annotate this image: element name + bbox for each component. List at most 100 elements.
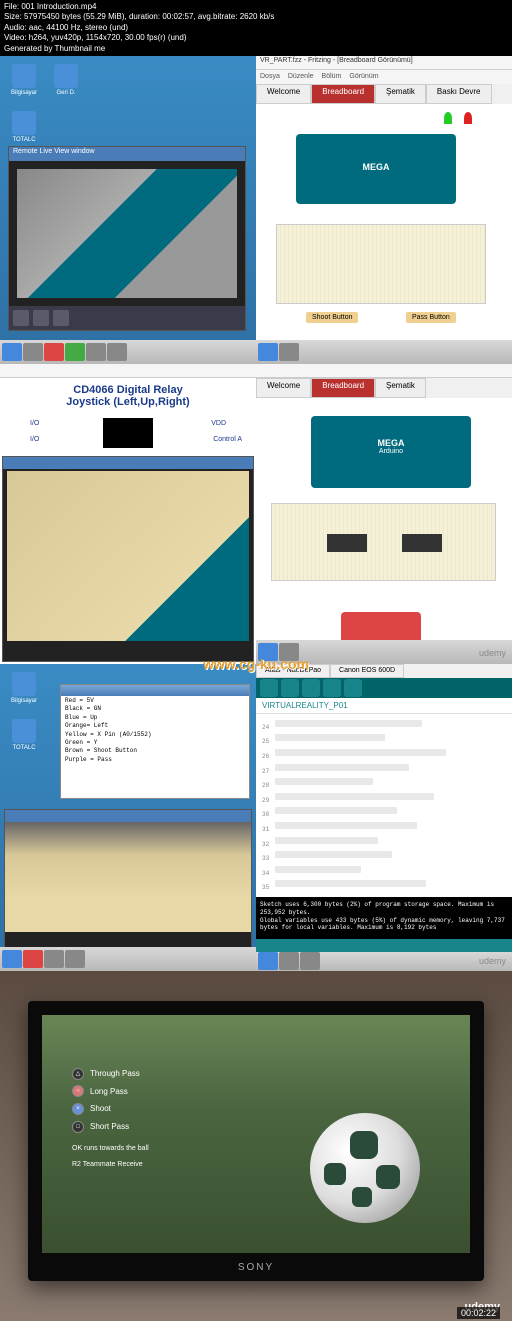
verify-button[interactable]: [260, 679, 278, 697]
notepad-window[interactable]: Red = 5V Black = GN Blue = Up Orange= Le…: [60, 684, 250, 799]
window-titlebar[interactable]: VR_PART.fzz - Fritzing - [Breadboard Gör…: [256, 56, 512, 70]
desktop-icon[interactable]: Geri D.: [50, 64, 82, 104]
hint-text: OK runs towards the ball: [72, 1141, 149, 1156]
pin-label: I/O: [30, 436, 39, 443]
taskbar-item[interactable]: [23, 950, 43, 968]
desktop-pane-1: Bilgisayar Geri D. TOTALC Remote Live Vi…: [0, 56, 256, 364]
menu-item: ○Long Pass: [72, 1083, 149, 1101]
ide-statusbar: [256, 939, 512, 952]
menu-item[interactable]: Bölüm: [322, 73, 342, 80]
view-tabs: Welcome Breadboard Şematik: [256, 378, 512, 398]
window-titlebar[interactable]: [5, 810, 251, 822]
taskbar-item[interactable]: [44, 343, 64, 361]
meta-generated: Generated by Thumbnail me: [4, 44, 508, 54]
video-controls: [9, 306, 245, 330]
tab-schematic[interactable]: Şematik: [375, 84, 426, 104]
browser-tab[interactable]: Canon EOS 600D: [330, 664, 404, 679]
breadboard-photo: [5, 822, 251, 932]
start-button[interactable]: [258, 343, 278, 361]
ic-chip-icon: [103, 418, 153, 448]
menu-item: □Short Pass: [72, 1118, 149, 1136]
desktop-icon[interactable]: TOTALC: [8, 719, 40, 759]
desktop-icon[interactable]: TOTALC: [8, 111, 40, 151]
taskbar[interactable]: [0, 947, 256, 971]
tab-pcb[interactable]: Baskı Devre: [426, 84, 492, 104]
window-titlebar[interactable]: Remote Live View window: [9, 147, 245, 161]
taskbar-item[interactable]: [107, 343, 127, 361]
meta-audio: Audio: aac, 44100 Hz, stereo (und): [4, 23, 508, 33]
relay-pane: CD4066 Digital Relay Joystick (Left,Up,R…: [0, 364, 256, 664]
tab-breadboard[interactable]: Breadboard: [311, 84, 375, 104]
rec-icon[interactable]: [53, 310, 69, 326]
fritzing-canvas[interactable]: MEGA Shoot Button Pass Button: [256, 104, 512, 342]
live-view-window[interactable]: Remote Live View window: [8, 146, 246, 331]
desktop-pane-2: Bilgisayar TOTALC Red = 5V Black = GN Bl…: [0, 664, 256, 971]
meta-video: Video: h264, yuv420p, 1154x720, 30.00 fp…: [4, 33, 508, 43]
arduino-mega-board[interactable]: MEGA Arduino: [311, 416, 471, 488]
taskbar-item[interactable]: [65, 343, 85, 361]
sketch-tab[interactable]: VIRTUALREALITY_P01: [256, 698, 512, 714]
menu-item[interactable]: Düzenle: [288, 73, 314, 80]
hint-text: R2 Teammate Receive: [72, 1157, 149, 1172]
open-button[interactable]: [323, 679, 341, 697]
tab-schematic[interactable]: Şematik: [375, 378, 426, 398]
taskbar-item[interactable]: [86, 343, 106, 361]
led-green-icon[interactable]: [444, 112, 452, 124]
live-view-window[interactable]: [2, 456, 254, 662]
breadboard-photo: [7, 471, 249, 641]
taskbar[interactable]: udemy: [256, 952, 512, 971]
start-button[interactable]: [2, 343, 22, 361]
arduino-ide-pane: Atlas - Nat.DePao Canon EOS 600D VIRTUAL…: [256, 664, 512, 971]
ic-chip-2[interactable]: [402, 534, 442, 552]
taskbar-item[interactable]: [23, 343, 43, 361]
triangle-icon: △: [72, 1068, 84, 1080]
start-button[interactable]: [258, 952, 278, 970]
window-titlebar[interactable]: [61, 685, 249, 696]
code-line: Yellow = X Pin (A0/1552): [65, 731, 245, 739]
taskbar-item[interactable]: [44, 950, 64, 968]
breadboard[interactable]: [276, 224, 486, 304]
taskbar-item[interactable]: [65, 950, 85, 968]
save-button[interactable]: [344, 679, 362, 697]
code-line: Purple = Pass: [65, 756, 245, 764]
stop-icon[interactable]: [33, 310, 49, 326]
udemy-badge: udemy: [479, 956, 506, 966]
window-titlebar[interactable]: [256, 364, 512, 378]
start-button[interactable]: [2, 950, 22, 968]
taskbar[interactable]: [0, 340, 256, 364]
desktop-icon[interactable]: Bilgisayar: [8, 64, 40, 104]
play-icon[interactable]: [13, 310, 29, 326]
menu-bar[interactable]: Dosya Düzenle Bölüm Görünüm: [256, 70, 512, 84]
board-sublabel: Arduino: [311, 448, 471, 455]
breadboard[interactable]: [271, 503, 496, 581]
pin-label: I/O: [30, 420, 39, 427]
taskbar-item[interactable]: [279, 343, 299, 361]
desktop-icon[interactable]: Bilgisayar: [8, 672, 40, 712]
code-line: Black = GN: [65, 705, 245, 713]
pes-controls-menu: △Through Pass ○Long Pass ×Shoot □Short P…: [72, 1065, 149, 1172]
fritzing-canvas[interactable]: MEGA Arduino fritzing: [256, 398, 512, 664]
cross-icon: ×: [72, 1103, 84, 1115]
meta-size: Size: 57975450 bytes (55.29 MiB), durati…: [4, 12, 508, 22]
taskbar-item[interactable]: [300, 952, 320, 970]
taskbar[interactable]: [256, 340, 512, 364]
ic-chip-1[interactable]: [327, 534, 367, 552]
arduino-mega-board[interactable]: MEGA: [296, 134, 456, 204]
menu-item[interactable]: Görünüm: [349, 73, 378, 80]
live-view-window[interactable]: [4, 809, 252, 949]
code-line: Orange= Left: [65, 722, 245, 730]
circle-icon: ○: [72, 1085, 84, 1097]
menu-item[interactable]: Dosya: [260, 73, 280, 80]
led-red-icon[interactable]: [464, 112, 472, 124]
window-titlebar[interactable]: [3, 457, 253, 469]
tv-frame: △Through Pass ○Long Pass ×Shoot □Short P…: [28, 1001, 484, 1281]
tab-welcome[interactable]: Welcome: [256, 84, 311, 104]
code-editor[interactable]: 24 25 26 27 28 29 30 31 32 33 34 35: [256, 714, 512, 897]
upload-button[interactable]: [281, 679, 299, 697]
new-button[interactable]: [302, 679, 320, 697]
tab-breadboard[interactable]: Breadboard: [311, 378, 375, 398]
view-tabs: Welcome Breadboard Şematik Baskı Devre: [256, 84, 512, 104]
window-titlebar[interactable]: [0, 364, 256, 378]
taskbar-item[interactable]: [279, 952, 299, 970]
tab-welcome[interactable]: Welcome: [256, 378, 311, 398]
